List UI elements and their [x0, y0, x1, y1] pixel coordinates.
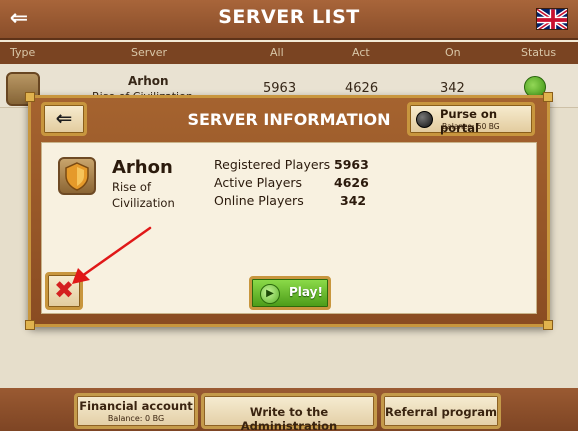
purse-balance: Balance: 50 BG: [442, 122, 500, 131]
column-all: All: [270, 46, 284, 59]
server-name: Arhon: [112, 157, 173, 178]
uk-flag-icon: [537, 9, 567, 29]
frame-corner-ornament: [25, 320, 35, 330]
frame-corner-ornament: [25, 92, 35, 102]
language-flag-button[interactable]: [536, 8, 568, 30]
column-server: Server: [131, 46, 168, 59]
play-arrow-icon: ▶: [260, 284, 280, 304]
financial-account-balance: Balance: 0 BG: [107, 414, 165, 423]
column-type: Type: [10, 46, 36, 59]
financial-account-button[interactable]: Financial account Balance: 0 BG: [74, 393, 198, 429]
server-information-dialog: ⇐ SERVER INFORMATION Purse on portal Bal…: [25, 92, 553, 330]
column-status: Status: [521, 46, 557, 59]
top-bar: ⇐ SERVER LIST: [0, 0, 578, 40]
frame-corner-ornament: [543, 92, 553, 102]
referral-program-button[interactable]: Referral program: [381, 393, 501, 429]
stat-label-registered: Registered Players: [214, 157, 331, 172]
write-admin-label: Write to the Administration: [240, 405, 338, 431]
server-shield-icon: [58, 157, 96, 195]
purse-on-portal-button[interactable]: Purse on portal Balance: 50 BG: [407, 102, 535, 136]
column-act: Act: [352, 46, 370, 59]
stat-label-active: Active Players: [214, 175, 303, 190]
page-title: SERVER LIST: [218, 6, 360, 28]
server-subtitle: Rise of Civilization: [112, 180, 175, 210]
close-x-icon: ✖: [53, 276, 75, 304]
frame-corner-ornament: [543, 320, 553, 330]
play-label: Play!: [289, 285, 323, 299]
play-button[interactable]: ▶ Play!: [249, 276, 331, 310]
write-to-administration-button[interactable]: Write to the Administration: [201, 393, 377, 431]
stat-value-active: 4626: [334, 175, 369, 190]
coin-icon: [416, 111, 433, 128]
column-on: On: [445, 46, 461, 59]
referral-label: Referral program: [385, 405, 497, 419]
financial-account-label: Financial account: [79, 399, 193, 413]
stat-label-online: Online Players: [214, 193, 304, 208]
stat-value-registered: 5963: [334, 157, 369, 172]
server-table-header: Type Server All Act On Status: [0, 42, 578, 64]
stat-value-online: 342: [340, 193, 367, 208]
close-button[interactable]: ✖: [45, 272, 83, 310]
